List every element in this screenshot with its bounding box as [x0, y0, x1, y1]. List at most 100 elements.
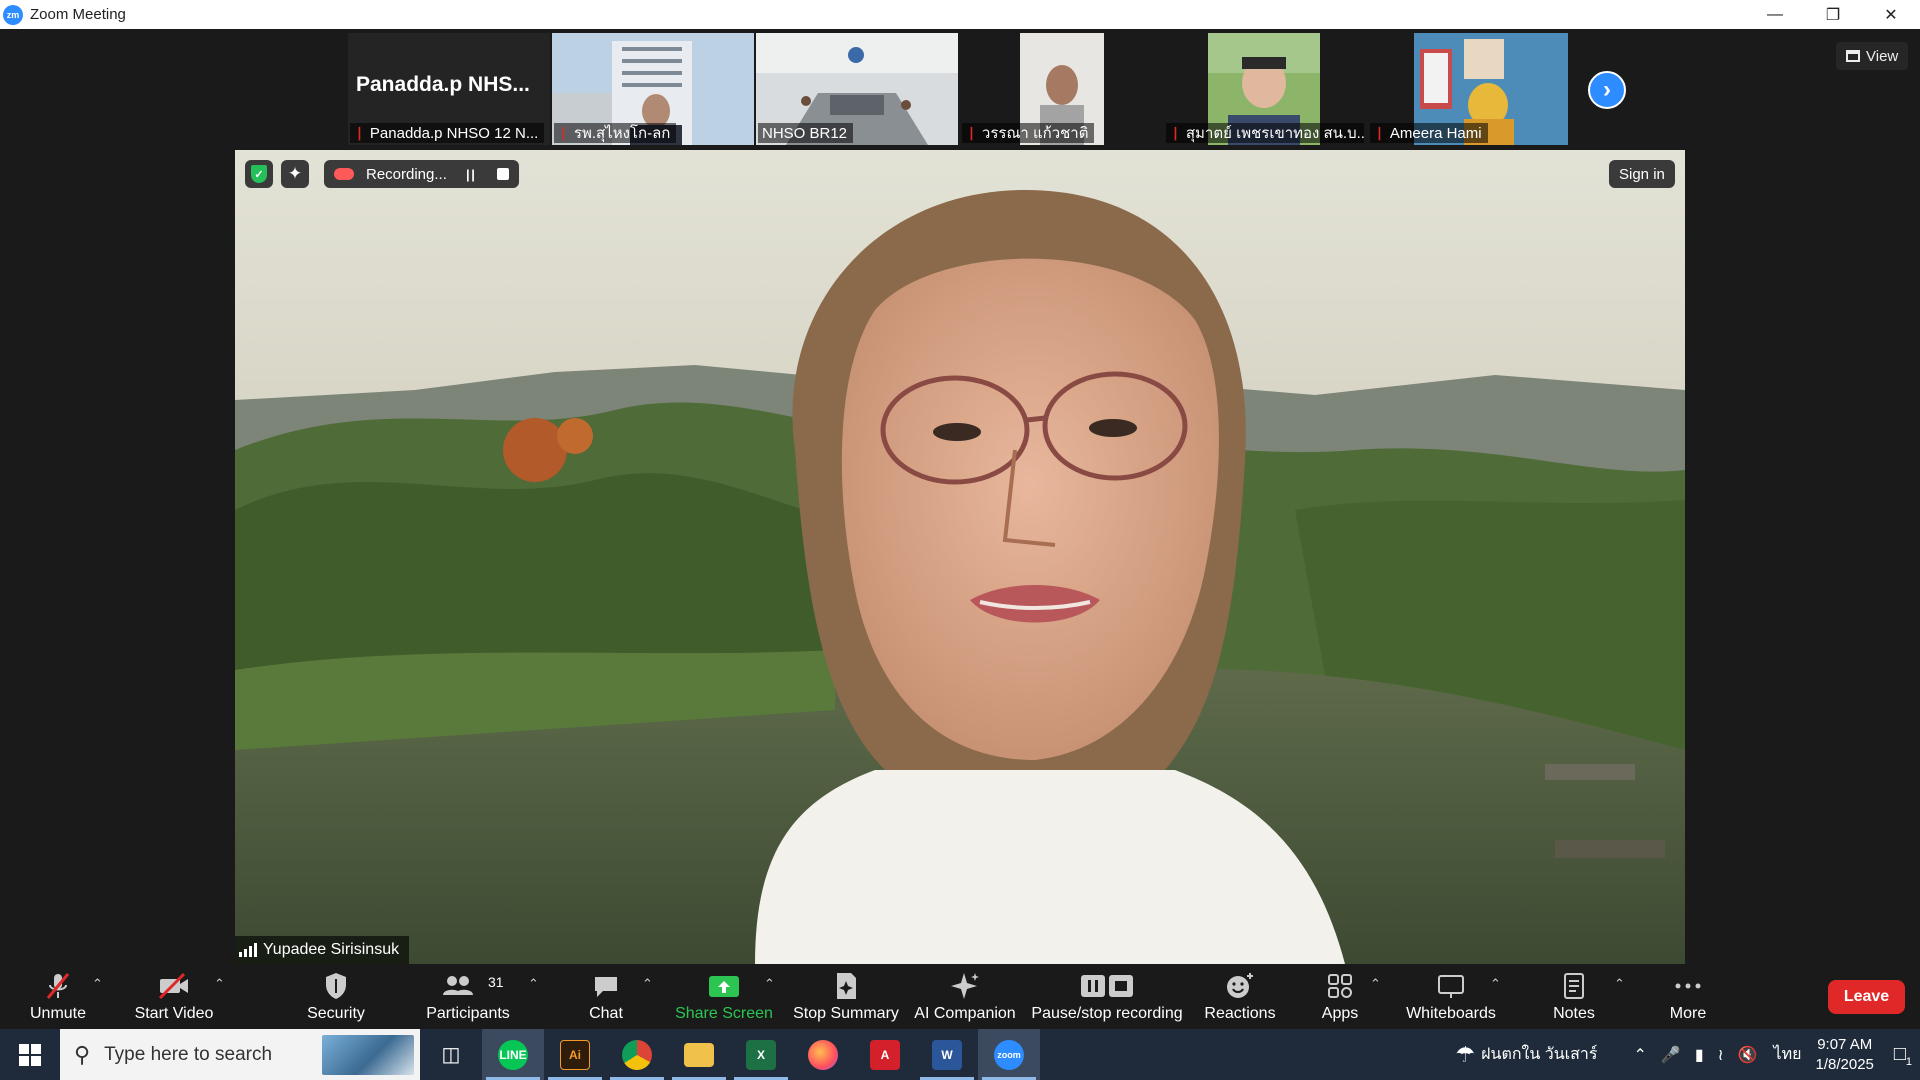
apps-label: Apps	[1321, 1005, 1359, 1022]
microphone-tray-icon[interactable]: 🎤	[1661, 1045, 1681, 1065]
minimize-button[interactable]: —	[1746, 0, 1804, 29]
chrome-app-button[interactable]	[606, 1029, 668, 1080]
mic-muted-icon: ❘	[1170, 125, 1181, 140]
windows-start-button[interactable]	[0, 1029, 60, 1080]
recording-indicator: Recording... | |	[324, 160, 519, 188]
acrobat-app-button[interactable]: A	[854, 1029, 916, 1080]
share-screen-button[interactable]: Share Screen	[675, 964, 773, 1029]
search-highlight-image[interactable]	[322, 1035, 414, 1075]
participant-name: รพ.สุไหงโก-ลก	[573, 125, 671, 142]
whiteboards-label: Whiteboards	[1406, 1005, 1496, 1022]
windows-taskbar: ⚲ Type here to search ◫ LINE Ai X A W zo…	[0, 1029, 1920, 1080]
speaker-video-frame	[235, 150, 1685, 964]
participant-tile[interactable]: Panadda.p NHS... ❘ Panadda.p NHSO 12 N...	[348, 33, 550, 145]
next-page-chevron-icon[interactable]: ›	[1588, 71, 1626, 109]
participant-tile[interactable]: ❘ วรรณา แก้วชาติ	[960, 33, 1162, 145]
notification-center-button[interactable]: □ 1	[1894, 1043, 1912, 1068]
view-button[interactable]: View	[1836, 42, 1909, 70]
participant-tile[interactable]: ❘ รพ.สุไหงโก-ลก	[552, 33, 754, 145]
meeting-toolbar: Unmute ⌃ Start Video ⌃ Security Particip…	[0, 964, 1920, 1029]
leave-button[interactable]: Leave	[1828, 980, 1905, 1014]
participant-name: สุมาตย์ เพชรเขาทอง สน.บ...	[1185, 125, 1364, 142]
word-app-button[interactable]: W	[916, 1029, 978, 1080]
participants-options-caret-icon[interactable]: ⌃	[528, 976, 539, 992]
notes-options-caret-icon[interactable]: ⌃	[1614, 976, 1625, 992]
ai-companion-sparkle-icon[interactable]: ✦	[281, 160, 309, 188]
share-screen-label: Share Screen	[675, 1005, 773, 1022]
ai-companion-button[interactable]: AI Companion	[914, 964, 1016, 1029]
file-explorer-button[interactable]	[668, 1029, 730, 1080]
battery-icon[interactable]: ▮	[1695, 1045, 1704, 1065]
participant-big-name: Panadda.p NHS...	[356, 73, 530, 96]
zoom-app-button[interactable]: zoom	[978, 1029, 1040, 1080]
illustrator-app-button[interactable]: Ai	[544, 1029, 606, 1080]
weather-text[interactable]: ฝนตกใน วันเสาร์	[1481, 1042, 1597, 1067]
audio-options-caret-icon[interactable]: ⌃	[92, 976, 103, 992]
apps-button[interactable]: Apps	[1310, 964, 1370, 1029]
participant-tile[interactable]: ❘ Ameera Hami	[1368, 33, 1570, 145]
encryption-shield-icon[interactable]: ✓	[245, 160, 273, 188]
weather-rain-icon: ☂	[1455, 1041, 1476, 1067]
mic-muted-icon: ❘	[558, 125, 569, 140]
tray-chevron-up-icon[interactable]: ⌃	[1633, 1045, 1646, 1065]
mic-muted-icon	[43, 971, 73, 1001]
word-icon: W	[932, 1039, 962, 1070]
taskbar-clock[interactable]: 9:07 AM 1/8/2025	[1816, 1035, 1874, 1075]
apps-options-caret-icon[interactable]: ⌃	[1370, 976, 1381, 992]
participant-name: NHSO BR12	[762, 124, 848, 142]
participants-count: 31	[488, 974, 504, 990]
excel-app-button[interactable]: X	[730, 1029, 792, 1080]
gallery-strip: Panadda.p NHS... ❘ Panadda.p NHSO 12 N...…	[348, 33, 1572, 145]
notes-button[interactable]: Notes	[1546, 964, 1602, 1029]
participant-tile[interactable]: ❘ สุมาตย์ เพชรเขาทอง สน.บ...	[1164, 33, 1366, 145]
restore-button[interactable]: ❐	[1804, 0, 1862, 29]
speaker-muted-icon[interactable]: 🔇	[1738, 1045, 1758, 1065]
whiteboards-options-caret-icon[interactable]: ⌃	[1490, 976, 1501, 992]
more-button[interactable]: More	[1662, 964, 1714, 1029]
notification-count: 1	[1905, 1056, 1912, 1068]
chat-options-caret-icon[interactable]: ⌃	[642, 976, 653, 992]
windows-logo-icon	[19, 1043, 41, 1066]
reactions-label: Reactions	[1204, 1005, 1276, 1022]
search-placeholder: Type here to search	[104, 1043, 273, 1065]
reactions-button[interactable]: Reactions	[1200, 964, 1280, 1029]
stop-summary-button[interactable]: Stop Summary	[792, 964, 900, 1029]
pause-stop-recording-button[interactable]: Pause/stop recording	[1031, 964, 1183, 1029]
close-button[interactable]: ✕	[1862, 0, 1920, 29]
security-button[interactable]: Security	[296, 964, 376, 1029]
task-view-button[interactable]: ◫	[420, 1029, 482, 1080]
video-options-caret-icon[interactable]: ⌃	[214, 976, 225, 992]
meeting-stage: Panadda.p NHS... ❘ Panadda.p NHSO 12 N...…	[0, 29, 1920, 964]
firefox-app-button[interactable]	[792, 1029, 854, 1080]
window-title: Zoom Meeting	[30, 6, 126, 23]
grid-view-icon	[1846, 50, 1860, 62]
sign-in-button[interactable]: Sign in	[1609, 160, 1675, 188]
share-screen-icon	[708, 971, 740, 1001]
share-options-caret-icon[interactable]: ⌃	[764, 976, 775, 992]
clock-time: 9:07 AM	[1817, 1035, 1873, 1053]
folder-icon	[684, 1042, 714, 1067]
line-app-button[interactable]: LINE	[482, 1029, 544, 1080]
pause-recording-icon[interactable]: | |	[466, 167, 475, 182]
stop-recording-icon[interactable]	[497, 168, 509, 180]
whiteboard-icon	[1436, 971, 1466, 1001]
illustrator-icon: Ai	[560, 1039, 590, 1070]
mic-muted-icon: ❘	[966, 125, 977, 140]
active-speaker-video[interactable]: ✓ ✦ Recording... | | Sign in Yupadee Sir…	[235, 150, 1685, 964]
chat-button[interactable]: Chat	[576, 964, 636, 1029]
taskbar-search-box[interactable]: ⚲ Type here to search	[60, 1029, 420, 1080]
recording-label: Recording...	[366, 165, 447, 183]
apps-icon	[1325, 971, 1355, 1001]
mic-muted-icon: ❘	[354, 125, 365, 140]
unmute-button[interactable]: Unmute	[22, 964, 94, 1029]
wifi-icon[interactable]: ≀	[1718, 1045, 1724, 1065]
start-video-button[interactable]: Start Video	[130, 964, 218, 1029]
system-tray: ☂ ฝนตกใน วันเสาร์ ⌃ 🎤 ▮ ≀ 🔇 ไทย 9:07 AM …	[1455, 1029, 1920, 1080]
chrome-icon	[622, 1039, 652, 1070]
input-language[interactable]: ไทย	[1774, 1042, 1802, 1067]
pause-stop-recording-label: Pause/stop recording	[1031, 1005, 1183, 1022]
chat-bubble-icon	[591, 971, 621, 1001]
participant-tile[interactable]: NHSO BR12	[756, 33, 958, 145]
whiteboards-button[interactable]: Whiteboards	[1402, 964, 1500, 1029]
firefox-icon	[808, 1039, 838, 1070]
